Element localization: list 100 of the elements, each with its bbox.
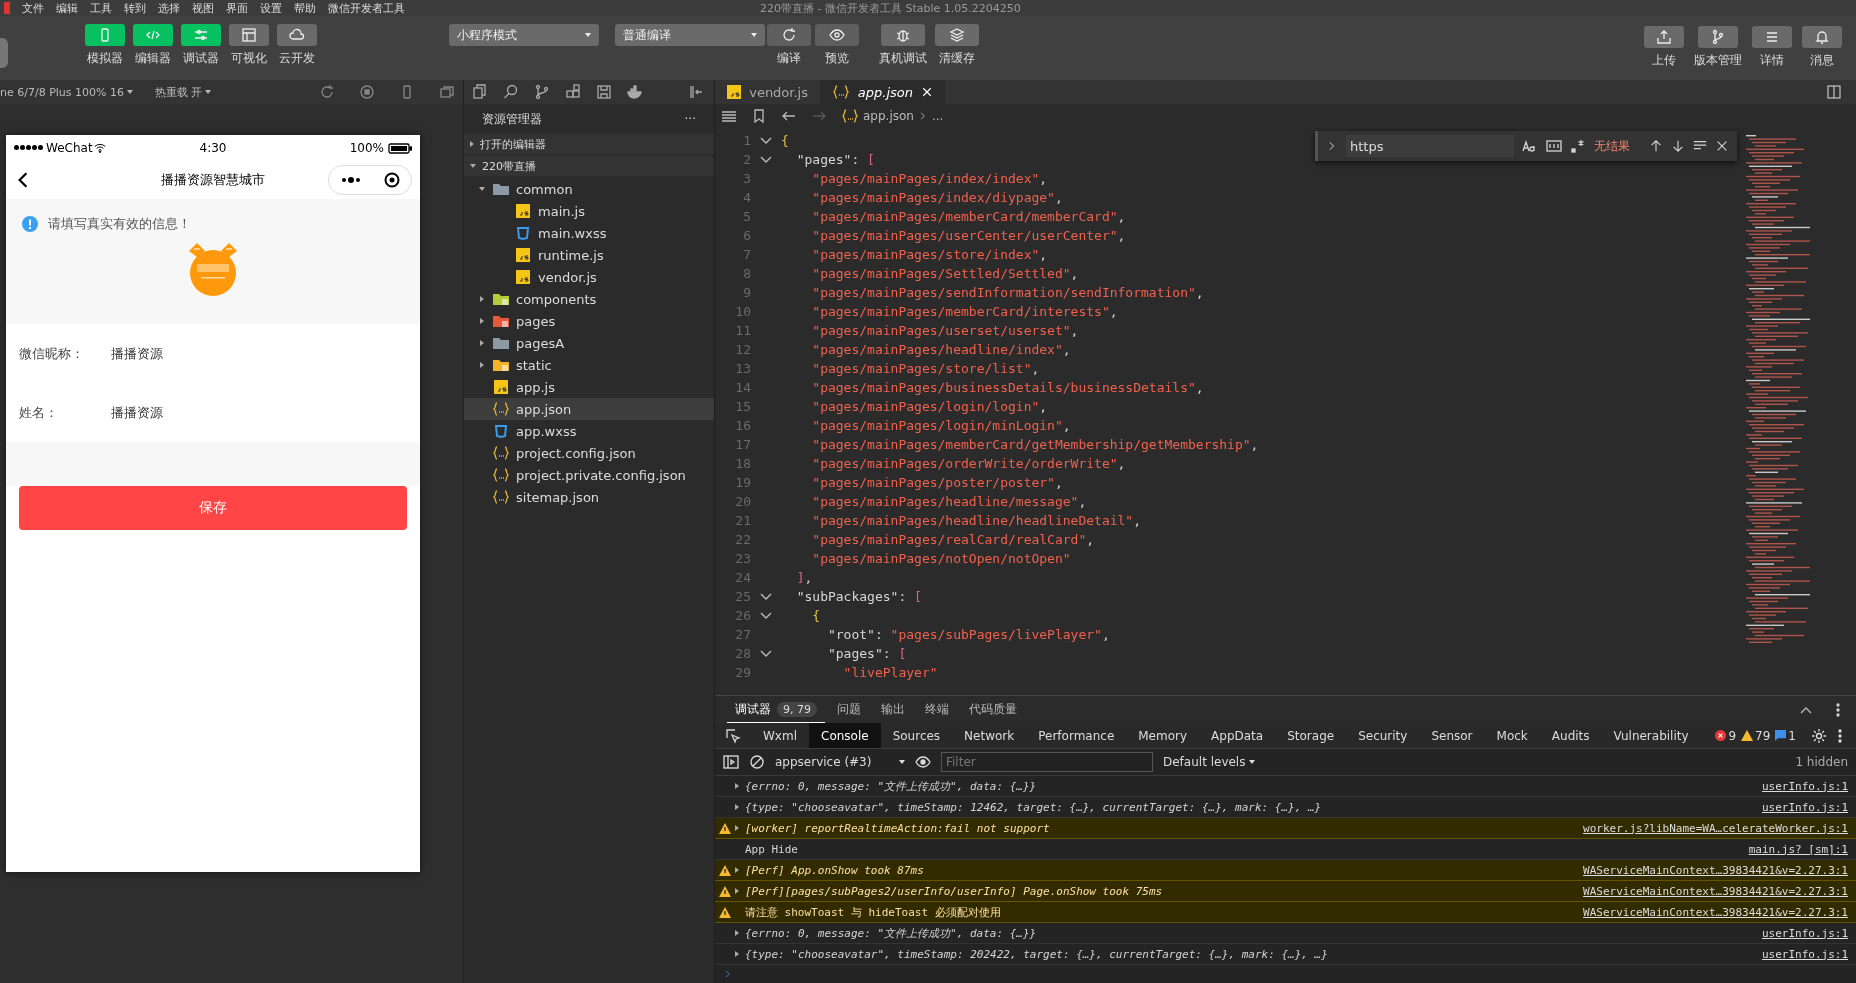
- hot-reload-toggle[interactable]: 热重载 开: [155, 84, 212, 100]
- fold-icon[interactable]: [760, 611, 772, 620]
- source-link[interactable]: userInfo.js:1: [1761, 779, 1848, 793]
- devtools-tab[interactable]: Sensor: [1419, 723, 1485, 748]
- devtools-tab[interactable]: Wxml: [751, 723, 809, 748]
- expand-icon[interactable]: [735, 783, 739, 789]
- menu-item[interactable]: 视图: [192, 0, 214, 16]
- devtools-tab[interactable]: Performance: [1026, 723, 1127, 748]
- folder-item[interactable]: common: [464, 178, 714, 200]
- view-toggle[interactable]: [229, 24, 269, 46]
- compile-select[interactable]: 普通编译: [615, 24, 765, 46]
- file-item[interactable]: app.json: [464, 398, 714, 420]
- expand-icon[interactable]: [735, 888, 739, 894]
- devtools-tab[interactable]: AppData: [1199, 723, 1276, 748]
- folder-item[interactable]: pagesA: [464, 332, 714, 354]
- breadcrumb-item[interactable]: ...: [931, 109, 944, 123]
- breadcrumb-item[interactable]: app.json: [863, 109, 914, 123]
- menu-item[interactable]: 转到: [124, 0, 146, 16]
- panel-tab[interactable]: 终端: [917, 696, 957, 723]
- fold-icon[interactable]: [760, 649, 772, 658]
- source-link[interactable]: userInfo.js:1: [1761, 800, 1848, 814]
- panel-tab[interactable]: 问题: [829, 696, 869, 723]
- line-number: 17: [734, 437, 751, 452]
- eye-icon: [915, 754, 931, 770]
- source-link[interactable]: main.js? [sm]:1: [1748, 842, 1848, 856]
- expand-icon[interactable]: [735, 951, 739, 957]
- panel-tab[interactable]: 输出: [873, 696, 913, 723]
- toolbar-button[interactable]: [1752, 26, 1792, 48]
- message-icon: [1775, 730, 1787, 741]
- fold-icon[interactable]: [760, 155, 772, 164]
- menu-item[interactable]: 编辑: [56, 0, 78, 16]
- toolbar-button[interactable]: [815, 24, 859, 46]
- file-item[interactable]: app.wxss: [464, 420, 714, 442]
- devtools-tab[interactable]: Network: [952, 723, 1027, 748]
- more-button[interactable]: ···: [684, 112, 696, 126]
- line-number: 27: [734, 627, 751, 642]
- context-select[interactable]: appservice (#3): [775, 755, 905, 769]
- source-link[interactable]: WAServiceMainContext…39834421&v=2.27.3:1: [1583, 863, 1848, 877]
- close-icon: [1715, 139, 1729, 153]
- devtools-tab[interactable]: Console: [809, 723, 881, 748]
- toolbar-button[interactable]: [767, 24, 811, 46]
- levels-select[interactable]: Default levels: [1163, 755, 1256, 769]
- file-item[interactable]: sitemap.json: [464, 486, 714, 508]
- fold-icon[interactable]: [760, 592, 772, 601]
- capsule-menu[interactable]: [328, 164, 412, 195]
- folder-item[interactable]: components: [464, 288, 714, 310]
- expand-icon[interactable]: [735, 867, 739, 873]
- devtools-tab[interactable]: Vulnerability: [1601, 723, 1701, 748]
- devtools-tab[interactable]: Memory: [1126, 723, 1200, 748]
- source-link[interactable]: userInfo.js:1: [1761, 947, 1848, 961]
- toolbar-button[interactable]: [935, 24, 979, 46]
- file-item[interactable]: main.wxss: [464, 222, 714, 244]
- file-item[interactable]: app.js: [464, 376, 714, 398]
- source-link[interactable]: userInfo.js:1: [1761, 926, 1848, 940]
- file-item[interactable]: project.config.json: [464, 442, 714, 464]
- view-toggle[interactable]: [181, 24, 221, 46]
- file-item[interactable]: main.js: [464, 200, 714, 222]
- source-link[interactable]: WAServiceMainContext…39834421&v=2.27.3:1: [1583, 884, 1848, 898]
- file-item[interactable]: runtime.js: [464, 244, 714, 266]
- devtools-tab[interactable]: Audits: [1539, 723, 1602, 748]
- toolbar-button[interactable]: [1802, 26, 1842, 48]
- devtools-tab[interactable]: Sources: [880, 723, 953, 748]
- devtools-tab[interactable]: Mock: [1484, 723, 1540, 748]
- editor-tab[interactable]: app.json: [820, 80, 945, 104]
- filter-field[interactable]: Filter: [941, 752, 1153, 772]
- find-field[interactable]: https: [1346, 135, 1514, 157]
- mode-select[interactable]: 小程序模式: [449, 24, 599, 46]
- source-link[interactable]: WAServiceMainContext…39834421&v=2.27.3:1: [1583, 905, 1848, 919]
- fold-icon[interactable]: [760, 136, 772, 145]
- menu-item[interactable]: 文件: [22, 0, 44, 16]
- view-toggle[interactable]: [85, 24, 125, 46]
- section-header[interactable]: 220带直播: [464, 156, 714, 176]
- menu-item[interactable]: 工具: [90, 0, 112, 16]
- source-link[interactable]: worker.js?libName=WA…celerateWorker.js:1: [1583, 821, 1848, 835]
- view-toggle[interactable]: [133, 24, 173, 46]
- device-select[interactable]: ne 6/7/8 Plus 100% 16: [0, 85, 133, 99]
- toolbar-button[interactable]: [1644, 26, 1684, 48]
- section-header[interactable]: 打开的编辑器: [464, 134, 714, 154]
- toolbar-button[interactable]: [1698, 26, 1738, 48]
- view-toggle[interactable]: [277, 24, 317, 46]
- input-field[interactable]: 播播资源: [111, 405, 281, 420]
- menu-item[interactable]: 微信开发者工具: [328, 0, 405, 16]
- expand-icon[interactable]: [735, 804, 739, 810]
- expand-icon[interactable]: [735, 930, 739, 936]
- panel-tab[interactable]: 代码质量: [961, 696, 1025, 723]
- menu-item[interactable]: 设置: [260, 0, 282, 16]
- menu-item[interactable]: 帮助: [294, 0, 316, 16]
- file-item[interactable]: vendor.js: [464, 266, 714, 288]
- folder-item[interactable]: pages: [464, 310, 714, 332]
- toolbar-label: 调试器: [183, 50, 219, 67]
- toolbar-button[interactable]: [881, 24, 925, 46]
- line-number: 8: [742, 266, 751, 281]
- menu-item[interactable]: 选择: [158, 0, 180, 16]
- devtools-tab[interactable]: Security: [1346, 723, 1420, 748]
- menu-item[interactable]: 界面: [226, 0, 248, 16]
- folder-item[interactable]: static: [464, 354, 714, 376]
- expand-icon[interactable]: [735, 825, 739, 831]
- devtools-tab[interactable]: Storage: [1275, 723, 1347, 748]
- input-field[interactable]: 播播资源: [111, 346, 281, 361]
- file-item[interactable]: project.private.config.json: [464, 464, 714, 486]
